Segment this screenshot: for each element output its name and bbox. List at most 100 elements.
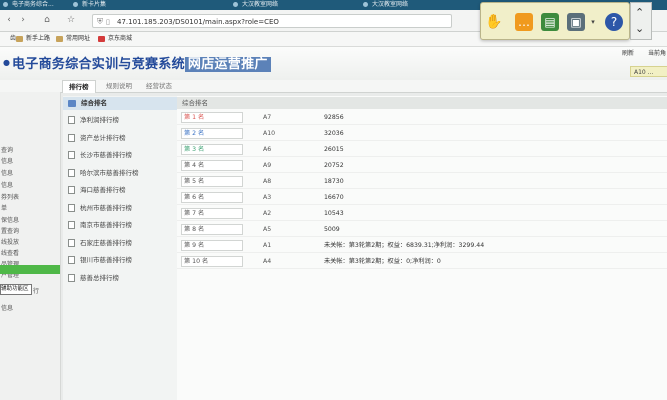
shield-icon: ⛨ xyxy=(97,17,103,26)
ranking-item[interactable]: 慈善总排行榜 xyxy=(66,272,119,290)
ranking-item[interactable]: 银川市慈善排行榜 xyxy=(66,254,132,272)
sidebar-item[interactable]: 单 xyxy=(0,203,7,214)
value-cell: 92856 xyxy=(324,114,344,121)
sidebar-item[interactable]: 信息 xyxy=(0,180,13,191)
sidebar-item[interactable]: 保信息 xyxy=(0,215,19,226)
browser-tab[interactable]: 电子商务综合... xyxy=(0,0,64,9)
ranking-item[interactable]: 净利润排行榜 xyxy=(66,114,119,132)
browser-tab[interactable]: 新卡片集 xyxy=(70,0,162,9)
document-icon xyxy=(68,273,75,282)
tab-favicon-icon xyxy=(3,2,8,7)
rank-cell: 第 8 名 xyxy=(181,224,243,235)
export-icon[interactable]: ▤ xyxy=(541,13,559,31)
star-icon[interactable]: ☆ xyxy=(66,15,76,25)
bookmark-icon xyxy=(98,36,105,42)
document-icon xyxy=(68,256,75,264)
ranking-item[interactable]: 哈尔滨市慈善排行榜 xyxy=(66,167,139,185)
table-row[interactable]: 第 1 名 A7 92856 xyxy=(177,111,667,125)
table-row[interactable]: 第 5 名 A8 18730 xyxy=(177,175,667,189)
rank-cell: 第 9 名 xyxy=(181,240,243,251)
url-text: 47.101.185.203/DS0101/main.aspx?role=CEO xyxy=(117,18,279,26)
ranking-header[interactable]: 综合排名 xyxy=(63,97,177,110)
bookmark-item[interactable]: 常用网址 xyxy=(56,34,90,44)
sidebar-item[interactable]: 线查看 xyxy=(0,248,19,259)
screen-icon[interactable]: ▣ xyxy=(567,13,585,31)
tab-label: 大汉教室网络 xyxy=(242,1,279,8)
ranking-item[interactable]: 长沙市慈善排行榜 xyxy=(66,149,132,167)
table-row[interactable]: 第 6 名 A3 16670 xyxy=(177,191,667,205)
document-icon xyxy=(68,203,75,212)
forward-icon[interactable]: › xyxy=(18,15,28,25)
sidebar-item[interactable]: 置查询 xyxy=(0,226,19,237)
value-cell: 5009 xyxy=(324,226,340,233)
sidebar-item[interactable]: 券列表 xyxy=(0,192,19,203)
back-icon[interactable]: ‹ xyxy=(4,15,14,25)
chevron-down-icon[interactable]: ▾ xyxy=(589,13,597,31)
bookmark-label: 京东商城 xyxy=(108,35,133,42)
help-icon[interactable]: ? xyxy=(605,13,623,31)
scroll-up-icon[interactable]: ⌃ xyxy=(635,6,644,19)
team-cell: A5 xyxy=(263,226,272,233)
ranking-item[interactable]: 南京市慈善排行榜 xyxy=(66,219,132,237)
sidebar-item[interactable] xyxy=(0,92,1,103)
bookmark-item[interactable]: 京东商城 xyxy=(98,34,132,44)
team-cell: A8 xyxy=(263,178,272,185)
bookmark-icon xyxy=(56,36,63,42)
ranking-item[interactable]: 海口慈善排行榜 xyxy=(66,184,126,202)
ranking-item[interactable]: 杭州市慈善排行榜 xyxy=(66,202,132,220)
table-row[interactable]: 第 2 名 A10 32036 xyxy=(177,127,667,141)
table-row[interactable]: 第 8 名 A5 5009 xyxy=(177,223,667,237)
team-cell: A4 xyxy=(263,258,272,265)
team-cell: A9 xyxy=(263,162,272,169)
sidebar-item[interactable] xyxy=(0,103,1,114)
document-icon xyxy=(68,238,75,247)
bookmark-item[interactable]: 新手上路 xyxy=(16,34,50,44)
tab-business-status[interactable]: 经营状态 xyxy=(140,80,178,92)
team-cell: A2 xyxy=(263,210,272,217)
sidebar-item[interactable]: 线投放 xyxy=(0,237,19,248)
table-row[interactable]: 第 9 名 A1 未关帐：第3轮第2期；权益：6839.31;净利润：3299.44 xyxy=(177,239,667,253)
bookmark-icon xyxy=(16,36,23,42)
team-cell: A10 xyxy=(263,130,276,137)
value-cell: 32036 xyxy=(324,130,344,137)
tab-leaderboard[interactable]: 排行榜 xyxy=(62,80,96,93)
bookmark-item[interactable]: 齿 xyxy=(0,34,16,44)
tab-label: 电子商务综合... xyxy=(12,1,54,8)
sidebar-item[interactable]: 信息 xyxy=(0,156,13,167)
current-role-link[interactable]: 当前角 xyxy=(648,48,666,57)
browser-tab[interactable]: 大汉教室网络 xyxy=(360,0,452,9)
ranking-item-label: 杭州市慈善排行榜 xyxy=(80,203,132,212)
sidebar-active-bar[interactable] xyxy=(0,265,60,274)
refresh-link[interactable]: 刷新 xyxy=(622,48,634,57)
browser-tab[interactable]: 大汉教室网络 xyxy=(230,0,322,9)
scroll-control: ⌃ ⌄ xyxy=(630,2,652,40)
table-header: 综合排名 xyxy=(177,97,667,109)
document-icon xyxy=(68,100,76,107)
sidebar-item[interactable]: 信息 xyxy=(0,168,13,179)
tab-rules[interactable]: 规则说明 xyxy=(100,80,138,92)
role-text: A10 ... xyxy=(634,69,654,76)
title-main: 电子商务综合实训与竞赛系统 xyxy=(12,57,185,72)
hand-pointer-icon[interactable]: ✋ xyxy=(485,13,503,31)
sidebar-item[interactable]: 信息 xyxy=(0,303,13,314)
ranking-item[interactable]: 石家庄慈善排行榜 xyxy=(66,237,132,255)
table-row[interactable]: 第 3 名 A6 26015 xyxy=(177,143,667,157)
table-row[interactable]: 第 4 名 A9 20752 xyxy=(177,159,667,173)
table-row[interactable]: 第 7 名 A2 10543 xyxy=(177,207,667,221)
scroll-down-icon[interactable]: ⌄ xyxy=(635,22,644,35)
ranking-item[interactable]: 资产总计排行榜 xyxy=(66,132,126,150)
table-row[interactable]: 第 10 名 A4 未关帐：第3轮第2期；权益：0;净利润：0 xyxy=(177,255,667,269)
rank-cell: 第 7 名 xyxy=(181,208,243,219)
document-icon xyxy=(68,151,75,159)
home-icon[interactable]: ⌂ xyxy=(42,15,52,25)
url-input[interactable]: ⛨ ▯ 47.101.185.203/DS0101/main.aspx?role… xyxy=(92,14,452,28)
tab-label: 新卡片集 xyxy=(82,1,107,8)
value-cell: 未关帐：第3轮第2期；权益：6839.31;净利润：3299.44 xyxy=(324,242,485,249)
ranking-item-label: 长沙市慈善排行榜 xyxy=(80,151,132,159)
role-indicator: A10 ... xyxy=(630,66,667,77)
rank-cell: 第 10 名 xyxy=(181,256,243,267)
sidebar-item[interactable]: 查询 xyxy=(0,145,13,156)
sidebar-item[interactable]: 行 xyxy=(32,286,39,297)
sidebar-tooltip: 辅助功能区 xyxy=(0,284,32,295)
chat-icon[interactable]: … xyxy=(515,13,533,31)
